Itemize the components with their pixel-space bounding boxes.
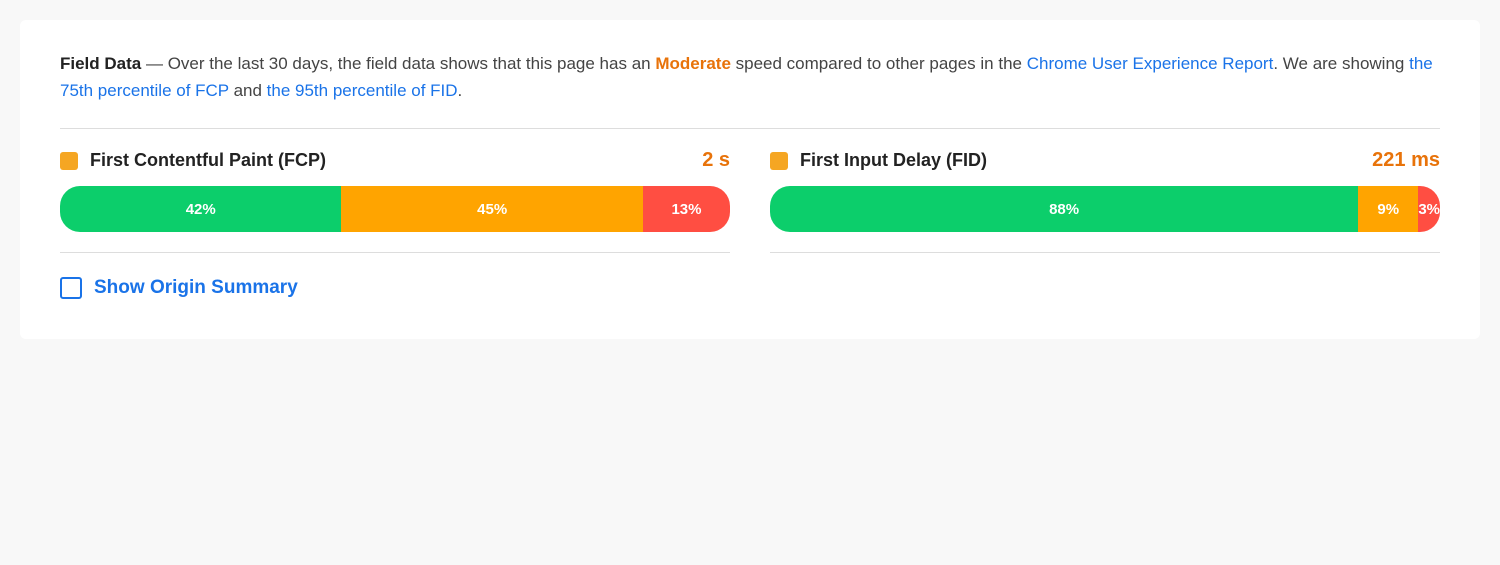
fid-bar: 88% 9% 3% — [770, 186, 1440, 232]
fcp-block: First Contentful Paint (FCP) 2 s 42% 45%… — [60, 149, 730, 253]
fid-header: First Input Delay (FID) 221 ms — [770, 149, 1440, 172]
field-data-description: Field Data — Over the last 30 days, the … — [60, 50, 1440, 104]
chrome-report-link[interactable]: Chrome User Experience Report — [1027, 54, 1274, 73]
fid-percentile-link[interactable]: the 95th percentile of FID — [267, 81, 458, 100]
fcp-value: 2 s — [702, 149, 730, 172]
fid-bar-red: 3% — [1418, 186, 1440, 232]
show-origin-checkbox[interactable] — [60, 277, 82, 299]
top-divider — [60, 128, 1440, 129]
fcp-header: First Contentful Paint (FCP) 2 s — [60, 149, 730, 172]
field-data-title: Field Data — [60, 54, 141, 73]
fid-title: First Input Delay (FID) — [800, 150, 1360, 171]
fcp-bar-green: 42% — [60, 186, 341, 232]
metrics-row: First Contentful Paint (FCP) 2 s 42% 45%… — [60, 149, 1440, 253]
show-origin-label[interactable]: Show Origin Summary — [94, 277, 298, 299]
main-container: Field Data — Over the last 30 days, the … — [20, 20, 1480, 339]
fcp-bar-red: 13% — [643, 186, 730, 232]
fid-bar-orange: 9% — [1358, 186, 1418, 232]
fcp-title: First Contentful Paint (FCP) — [90, 150, 690, 171]
fcp-icon — [60, 152, 78, 170]
fcp-bar-orange: 45% — [341, 186, 643, 232]
fcp-bar: 42% 45% 13% — [60, 186, 730, 232]
fid-icon — [770, 152, 788, 170]
fid-block: First Input Delay (FID) 221 ms 88% 9% 3% — [770, 149, 1440, 253]
moderate-label: Moderate — [655, 54, 731, 73]
show-origin-section[interactable]: Show Origin Summary — [60, 277, 1440, 299]
fid-bar-green: 88% — [770, 186, 1358, 232]
fid-value: 221 ms — [1372, 149, 1440, 172]
